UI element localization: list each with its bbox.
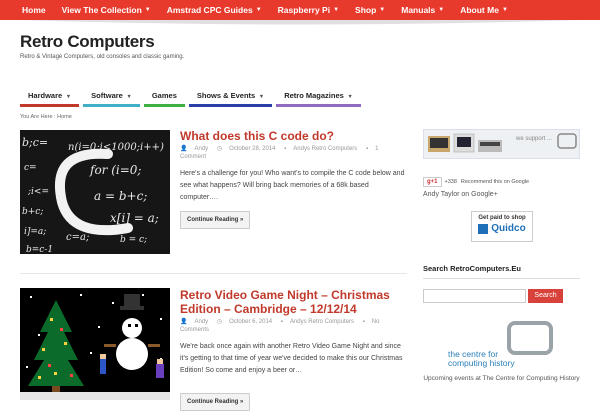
computers-banner-image [428,133,577,153]
breadcrumb-current[interactable]: Home [57,114,72,120]
nav-hardware[interactable]: Hardware ▼ [20,89,80,107]
top-navigation-bar: Home View The Collection ▼ Amstrad CPC Gu… [0,0,600,20]
nav-software[interactable]: Software ▼ [83,89,140,107]
comment-icon: ▪ [362,319,365,325]
banner-text: we support ... [516,136,553,142]
nav-games[interactable]: Games [143,89,185,107]
topnav-label: Home [22,5,46,15]
chevron-down-icon: ▼ [257,94,265,100]
quidco-banner[interactable]: Get paid to shop Quidco [471,211,533,242]
svg-text:a = b+c;: a = b+c; [94,189,147,203]
topbar-shadow [20,20,580,25]
nav-label: Retro Magazines [284,91,344,100]
quidco-tagline: Get paid to shop [478,215,526,221]
nav-label: Software [91,91,123,100]
post-thumbnail-c-code[interactable]: b;c= n(i=0;i<1000;i++) c= for (i=0; ;i<=… [20,130,170,255]
chevron-down-icon: ▼ [124,94,132,100]
support-banner[interactable]: we support ... [423,129,580,159]
site-tagline: Retro & Vintage Computers, old consoles … [20,54,185,60]
quidco-brand: Quidco [491,223,526,234]
post-date: October 28, 2014 [229,146,276,152]
chevron-down-icon: ▼ [379,7,386,13]
post-excerpt: We're back once again with another Retro… [180,343,403,374]
cch-logo-line2: computing history [448,358,515,368]
topnav-view-the-collection[interactable]: View The Collection ▼ [62,5,151,15]
topnav-shop[interactable]: Shop ▼ [355,5,385,15]
post-title[interactable]: Retro Video Game Night – Christmas Editi… [180,288,410,316]
svg-text:b=c-1: b=c-1 [26,245,53,254]
gplus-count: +338 [444,179,457,185]
topnav-home[interactable]: Home [22,5,46,15]
svg-text:c=a;: c=a; [66,232,89,243]
search-input[interactable] [423,289,526,303]
topnav-label: About Me [460,5,499,15]
post-author[interactable]: Andy [194,146,208,152]
chalkboard-image: b;c= n(i=0;i<1000;i++) c= for (i=0; ;i<=… [20,130,170,255]
category-navigation: Hardware ▼ Software ▼ Games Shows & Even… [20,89,365,107]
post-meta: 👤 Andy ◷ October 28, 2014 ▪ Andys Retro Com… [180,145,405,161]
topnav-label: Raspberry Pi [277,5,331,15]
svg-text:b = c;: b = c; [120,235,147,245]
post-author[interactable]: Andy [194,319,208,325]
chevron-down-icon: ▼ [501,7,508,13]
search-button[interactable]: Search [528,289,563,303]
breadcrumb-prefix: You Are Here : [20,114,56,120]
folder-icon: ▪ [280,319,283,325]
svg-text:b+c;: b+c; [22,207,43,217]
cch-caption: Upcoming events at The Centre for Comput… [423,375,580,382]
svg-text:x[i] = a;: x[i] = a; [110,211,159,225]
post-divider [20,273,407,274]
nav-label: Hardware [28,91,63,100]
site-title[interactable]: Retro Computers [20,32,155,52]
clock-icon: ◷ [216,319,223,325]
post-excerpt: Here's a challenge for you! Who want's t… [180,170,405,201]
author-icon: 👤 [180,319,188,325]
chevron-down-icon: ▼ [345,94,353,100]
nav-retro-magazines[interactable]: Retro Magazines ▼ [276,89,361,107]
widget-divider [423,278,580,279]
nav-label: Shows & Events [196,91,256,100]
comment-icon: ▪ [365,146,369,152]
cch-logo-text[interactable]: the centre for computing history [448,350,528,368]
continue-reading-button[interactable]: Continue Reading » [180,393,251,411]
topnav-label: Manuals [401,5,436,15]
post-meta: 👤 Andy ◷ October 6, 2014 ▪ Andys Retro Comp… [180,318,405,334]
gplus-recommend-text: Recommend this on Google [460,179,530,185]
post-title[interactable]: What does this C code do? [180,129,410,143]
post-thumbnail-christmas[interactable] [20,288,170,400]
pixel-christmas-image [20,288,170,400]
nav-label: Games [151,91,177,100]
search-widget-title: Search RetroComputers.Eu [423,264,521,273]
post-category[interactable]: Andys Retro Computers [290,319,354,325]
topnav-label: Amstrad CPC Guides [166,5,253,15]
chevron-down-icon: ▼ [333,7,340,13]
svg-text:c=: c= [24,163,37,173]
topnav-about-me[interactable]: About Me ▼ [460,5,508,15]
nav-shows-events[interactable]: Shows & Events ▼ [188,89,273,107]
clock-icon: ◷ [216,146,223,152]
svg-text:b;c=: b;c= [22,136,48,149]
topnav-raspberry-pi[interactable]: Raspberry Pi ▼ [278,5,339,15]
gplus-profile-link[interactable]: Andy Taylor on Google+ [423,191,498,198]
google-plus-widget: g+1 +338 Recommend this on Google [423,177,529,187]
svg-text:i]=a;: i]=a; [24,227,46,237]
chevron-down-icon: ▼ [255,7,262,13]
author-icon: 👤 [180,146,188,152]
post-date: October 6, 2014 [229,319,273,325]
continue-reading-button[interactable]: Continue Reading » [180,211,251,229]
quidco-logo-icon [478,223,489,234]
topnav-label: View The Collection [61,5,142,15]
folder-icon: ▪ [284,146,287,152]
topnav-manuals[interactable]: Manuals ▼ [401,5,444,15]
topnav-amstrad-cpc-guides[interactable]: Amstrad CPC Guides ▼ [167,5,262,15]
chevron-down-icon: ▼ [144,7,151,13]
svg-text:for (i=0;: for (i=0; [89,163,141,177]
topnav-label: Shop [355,5,377,15]
svg-text:;i<=: ;i<= [27,187,49,197]
breadcrumb: You Are Here : Home [20,114,72,120]
chevron-down-icon: ▼ [64,94,72,100]
google-plus-one-button[interactable]: g+1 [423,177,442,187]
post-category[interactable]: Andys Retro Computers [293,146,357,152]
chevron-down-icon: ▼ [438,7,445,13]
